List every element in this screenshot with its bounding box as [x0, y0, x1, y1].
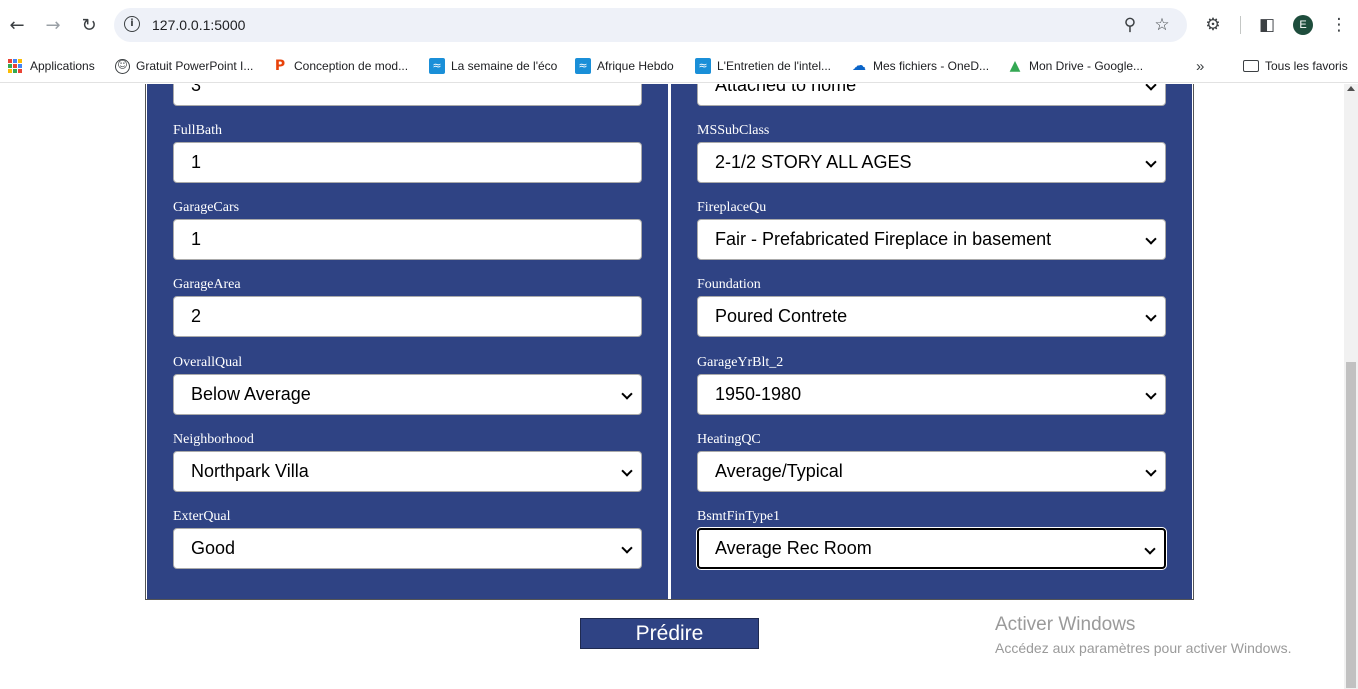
- field-label: ExterQual: [173, 509, 231, 524]
- bsmtfintype1-select[interactable]: Average Rec Room: [697, 528, 1166, 569]
- field-mssubclass: MSSubClass 2-1/2 STORY ALL AGES: [697, 123, 1166, 183]
- bookmark-conception[interactable]: P Conception de mod...: [272, 55, 408, 77]
- reload-icon[interactable]: ↻: [77, 13, 101, 37]
- field-fireplacequ: FireplaceQu Fair - Prefabricated Firepla…: [697, 200, 1166, 260]
- bookmark-label: Applications: [30, 59, 95, 73]
- bookmark-label: Afrique Hebdo: [597, 59, 674, 73]
- scroll-up-arrow-icon[interactable]: [1347, 86, 1355, 91]
- field-exterqual: ExterQual Good: [173, 509, 642, 569]
- field-garagecars: GarageCars 1: [173, 200, 642, 260]
- field-label: GarageArea: [173, 277, 241, 292]
- browser-toolbar: ← → ↻ i 127.0.0.1:5000 ⚲ ☆ ⚙ ◧ E ⋮: [0, 0, 1358, 50]
- garagecars-input[interactable]: 1: [173, 219, 642, 260]
- side-panel-icon[interactable]: ◧: [1255, 13, 1279, 37]
- field-label: FireplaceQu: [697, 200, 767, 215]
- field-label: Foundation: [697, 277, 761, 292]
- garagetype-select[interactable]: Attached to home: [697, 84, 1166, 106]
- address-bar[interactable]: i 127.0.0.1:5000 ⚲ ☆: [114, 8, 1187, 42]
- forward-arrow-icon[interactable]: →: [41, 13, 65, 37]
- news-icon: ≈: [695, 58, 711, 74]
- neighborhood-select[interactable]: Northpark Villa: [173, 451, 642, 492]
- url-text[interactable]: 127.0.0.1:5000: [152, 17, 245, 33]
- google-drive-icon: ▲: [1009, 58, 1021, 74]
- page-content: 3 FullBath 1 GarageCars 1 GarageArea 2 O…: [0, 84, 1344, 689]
- field-garagearea: GarageArea 2: [173, 277, 642, 337]
- field-neighborhood: Neighborhood Northpark Villa: [173, 432, 642, 492]
- field-foundation: Foundation Poured Contrete: [697, 277, 1166, 337]
- bookmark-label: La semaine de l'éco: [451, 59, 558, 73]
- zoom-icon[interactable]: ⚲: [1119, 14, 1141, 36]
- bookmark-google-drive[interactable]: ▲ Mon Drive - Google...: [1007, 55, 1143, 77]
- form-column-left: 3 FullBath 1 GarageCars 1 GarageArea 2 O…: [147, 84, 668, 599]
- field-input[interactable]: 3: [173, 84, 642, 106]
- field-right-0: Attached to home: [697, 84, 1166, 106]
- bookmark-afrique-hebdo[interactable]: ≈ Afrique Hebdo: [575, 55, 674, 77]
- page-scrollbar[interactable]: [1344, 84, 1358, 689]
- field-heatingqc: HeatingQC Average/Typical: [697, 432, 1166, 492]
- bookmark-semaine-eco[interactable]: ≈ La semaine de l'éco: [429, 55, 557, 77]
- bookmark-label: Mes fichiers - OneD...: [873, 59, 990, 73]
- field-fullbath: FullBath 1: [173, 123, 642, 183]
- p-logo-icon: P: [274, 58, 286, 74]
- watermark-title: Activer Windows: [995, 614, 1136, 635]
- bookmark-entretien[interactable]: ≈ L'Entretien de l'intel...: [695, 55, 831, 77]
- field-garageyrblt: GarageYrBlt_2 1950-1980: [697, 355, 1166, 415]
- field-label: OverallQual: [173, 355, 243, 370]
- bookmark-label: Mon Drive - Google...: [1029, 59, 1144, 73]
- field-label: Neighborhood: [173, 432, 254, 447]
- garagearea-input[interactable]: 2: [173, 296, 642, 337]
- field-label: MSSubClass: [697, 123, 770, 138]
- profile-avatar[interactable]: E: [1293, 15, 1313, 35]
- bookmark-label: Tous les favoris: [1265, 59, 1348, 73]
- folder-icon: [1243, 60, 1259, 72]
- apps-grid-icon: [8, 59, 22, 73]
- field-label: GarageCars: [173, 200, 240, 215]
- predict-button[interactable]: Prédire: [580, 618, 759, 649]
- overallqual-select[interactable]: Below Average: [173, 374, 642, 415]
- bookmark-label: L'Entretien de l'intel...: [717, 59, 831, 73]
- field-label: HeatingQC: [697, 432, 761, 447]
- bookmark-all-favorites[interactable]: Tous les favoris: [1243, 55, 1348, 77]
- mssubclass-select[interactable]: 2-1/2 STORY ALL AGES: [697, 142, 1166, 183]
- extensions-icon[interactable]: ⚙: [1201, 13, 1225, 37]
- back-arrow-icon[interactable]: ←: [5, 13, 29, 37]
- bookmark-label: Conception de mod...: [294, 59, 409, 73]
- news-icon: ≈: [429, 58, 445, 74]
- foundation-select[interactable]: Poured Contrete: [697, 296, 1166, 337]
- field-overallqual: OverallQual Below Average: [173, 355, 642, 415]
- more-menu-icon[interactable]: ⋮: [1327, 13, 1351, 37]
- windows-activation-watermark: Activer Windows Accédez aux paramètres p…: [995, 614, 1291, 658]
- news-icon: ≈: [575, 58, 591, 74]
- bookmark-powerpoint[interactable]: ☺ Gratuit PowerPoint I...: [115, 55, 253, 77]
- site-info-icon[interactable]: i: [124, 16, 140, 32]
- field-label: GarageYrBlt_2: [697, 355, 784, 370]
- watermark-subtitle: Accédez aux paramètres pour activer Wind…: [995, 640, 1292, 656]
- more-bookmarks-chevron-icon[interactable]: »: [1196, 55, 1204, 77]
- field-label: FullBath: [173, 123, 223, 138]
- garageyrblt-select[interactable]: 1950-1980: [697, 374, 1166, 415]
- star-bookmark-icon[interactable]: ☆: [1151, 14, 1173, 36]
- bookmark-applications[interactable]: Applications: [8, 55, 95, 77]
- field-bsmtfintype1: BsmtFinType1 Average Rec Room: [697, 509, 1166, 569]
- field-label: BsmtFinType1: [697, 509, 781, 524]
- bookmark-label: Gratuit PowerPoint I...: [136, 59, 254, 73]
- bookmark-onedrive[interactable]: ☁ Mes fichiers - OneD...: [851, 55, 989, 77]
- prediction-form: 3 FullBath 1 GarageCars 1 GarageArea 2 O…: [145, 84, 1194, 600]
- scrollbar-thumb[interactable]: [1346, 362, 1356, 688]
- exterqual-select[interactable]: Good: [173, 528, 642, 569]
- toolbar-separator: [1240, 16, 1241, 34]
- fireplacequ-select[interactable]: Fair - Prefabricated Fireplace in baseme…: [697, 219, 1166, 260]
- smiley-icon: ☺: [115, 58, 130, 74]
- onedrive-icon: ☁: [852, 58, 866, 74]
- field-left-0: 3: [173, 84, 642, 106]
- form-column-right: Attached to home MSSubClass 2-1/2 STORY …: [671, 84, 1192, 599]
- bookmarks-bar: Applications ☺ Gratuit PowerPoint I... P…: [0, 50, 1358, 83]
- fullbath-input[interactable]: 1: [173, 142, 642, 183]
- heatingqc-select[interactable]: Average/Typical: [697, 451, 1166, 492]
